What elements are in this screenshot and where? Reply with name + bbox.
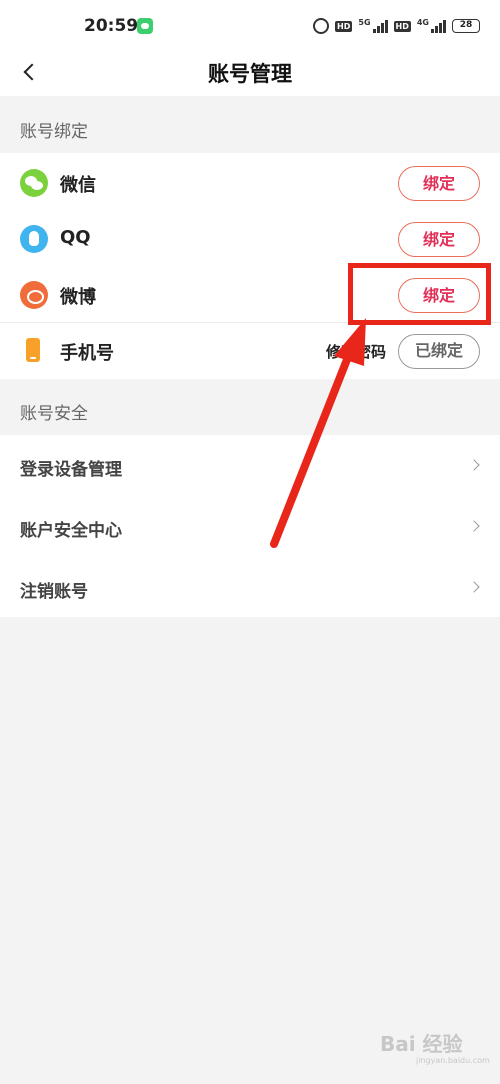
binding-row-qq: QQ 绑定 xyxy=(0,211,500,267)
binding-row-wechat: 微信 绑定 xyxy=(0,155,500,211)
baidu-watermark-url: jingyan.baidu.com xyxy=(416,1056,490,1065)
phone-bound-button[interactable]: 已绑定 xyxy=(398,334,480,369)
security-item-label: 账户安全中心 xyxy=(20,521,122,541)
hd-icon: HD xyxy=(335,20,353,32)
section-title: 账号安全 xyxy=(20,404,88,424)
title-bar: 账号管理 xyxy=(0,48,500,96)
status-bar: 20:59 HD 5G HD 4G 28 xyxy=(0,0,500,48)
network-5g-label: 5G xyxy=(358,17,371,27)
section-header-binding: 账号绑定 xyxy=(0,97,500,153)
qq-icon xyxy=(20,225,48,253)
alarm-icon xyxy=(313,18,330,34)
chevron-right-icon xyxy=(468,581,480,593)
bind-weibo-button[interactable]: 绑定 xyxy=(398,278,480,313)
binding-label: 微博 xyxy=(60,287,96,308)
binding-list: 微信 绑定 QQ 绑定 微博 绑定 手机号 修改密码 已绑定 xyxy=(0,153,500,379)
signal-icon-2 xyxy=(431,19,446,33)
weibo-icon xyxy=(20,281,48,309)
phone-label: 手机号 xyxy=(60,343,114,364)
binding-row-phone: 手机号 修改密码 已绑定 xyxy=(0,322,500,378)
phone-icon xyxy=(26,338,40,362)
security-item-security-center[interactable]: 账户安全中心 xyxy=(0,496,500,557)
security-item-delete-account[interactable]: 注销账号 xyxy=(0,557,500,618)
section-title: 账号绑定 xyxy=(20,122,88,142)
status-time: 20:59 xyxy=(84,16,139,36)
page-title: 账号管理 xyxy=(208,62,292,86)
chevron-right-icon xyxy=(468,520,480,532)
chevron-right-icon xyxy=(468,459,480,471)
security-list: 登录设备管理 账户安全中心 注销账号 xyxy=(0,435,500,617)
baidu-watermark: Bai 经验 xyxy=(380,1032,463,1056)
signal-icon xyxy=(372,19,388,33)
bind-wechat-button[interactable]: 绑定 xyxy=(398,166,480,201)
change-password-link[interactable]: 修改密码 xyxy=(326,341,386,362)
binding-label: QQ xyxy=(60,227,91,248)
battery-icon: 28 xyxy=(452,19,480,33)
status-icons: HD 5G HD 4G 28 xyxy=(313,16,480,36)
wechat-icon xyxy=(20,169,48,197)
security-item-label: 登录设备管理 xyxy=(20,460,122,480)
section-header-security: 账号安全 xyxy=(0,379,500,435)
binding-row-weibo: 微博 绑定 xyxy=(0,267,500,323)
wechat-notification-icon xyxy=(137,18,153,34)
security-item-label: 注销账号 xyxy=(20,582,88,602)
network-4g-label: 4G xyxy=(416,17,429,27)
binding-label: 微信 xyxy=(60,175,96,196)
security-item-device-management[interactable]: 登录设备管理 xyxy=(0,435,500,496)
hd-icon-2: HD xyxy=(393,20,411,32)
bind-qq-button[interactable]: 绑定 xyxy=(398,222,480,257)
